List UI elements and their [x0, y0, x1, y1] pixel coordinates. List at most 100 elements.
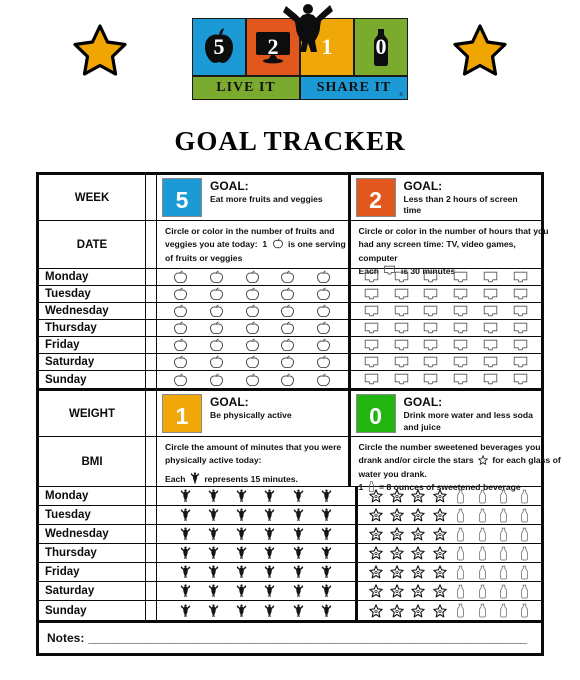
- tracker-icon[interactable]: [423, 271, 438, 284]
- beverage-checkbox-group[interactable]: [358, 544, 542, 562]
- tracker-icon[interactable]: [321, 565, 332, 579]
- tracker-icon[interactable]: [316, 355, 331, 369]
- tracker-icon[interactable]: [280, 287, 295, 301]
- tracker-icon[interactable]: [483, 356, 498, 369]
- beverage-checkbox-group[interactable]: [358, 563, 542, 581]
- activity-checkbox-group[interactable]: [157, 563, 358, 581]
- tracker-icon[interactable]: [316, 287, 331, 301]
- tracker-icon[interactable]: [209, 321, 224, 335]
- tracker-icon[interactable]: [280, 338, 295, 352]
- tracker-icon[interactable]: [483, 271, 498, 284]
- bottle-icon[interactable]: [471, 584, 492, 599]
- tracker-icon[interactable]: [245, 304, 260, 318]
- star-icon[interactable]: [429, 603, 450, 618]
- star-icon[interactable]: [429, 546, 450, 560]
- tracker-icon[interactable]: [321, 584, 332, 598]
- tracker-icon[interactable]: [173, 304, 188, 318]
- tracker-icon[interactable]: [321, 604, 332, 618]
- table-row[interactable]: Friday: [39, 563, 541, 582]
- tracker-icon[interactable]: [293, 546, 304, 560]
- tracker-icon[interactable]: [453, 271, 468, 284]
- tracker-icon[interactable]: [394, 339, 409, 352]
- tracker-icon[interactable]: [209, 338, 224, 352]
- tracker-icon[interactable]: [483, 305, 498, 318]
- activity-checkbox-group[interactable]: [157, 487, 358, 505]
- tracker-icon[interactable]: [321, 508, 332, 522]
- tracker-icon[interactable]: [208, 489, 219, 503]
- bottle-icon[interactable]: [471, 527, 492, 542]
- tracker-icon[interactable]: [321, 489, 332, 503]
- apple-checkbox-group[interactable]: [157, 303, 351, 319]
- star-icon[interactable]: [429, 584, 450, 598]
- star-icon[interactable]: [408, 603, 429, 618]
- star-icon[interactable]: [366, 489, 387, 503]
- bottle-icon[interactable]: [471, 489, 492, 504]
- bottle-icon[interactable]: [493, 546, 514, 561]
- tracker-icon[interactable]: [364, 305, 379, 318]
- tracker-icon[interactable]: [483, 339, 498, 352]
- tracker-icon[interactable]: [423, 288, 438, 301]
- tv-checkbox-group[interactable]: [351, 337, 542, 353]
- bottle-icon[interactable]: [514, 565, 535, 580]
- bottle-icon[interactable]: [493, 527, 514, 542]
- star-icon[interactable]: [366, 565, 387, 579]
- bottle-icon[interactable]: [493, 565, 514, 580]
- star-icon[interactable]: [366, 508, 387, 522]
- tracker-icon[interactable]: [423, 373, 438, 386]
- beverage-checkbox-group[interactable]: [358, 506, 542, 524]
- bottle-icon[interactable]: [471, 546, 492, 561]
- tracker-icon[interactable]: [364, 288, 379, 301]
- star-icon[interactable]: [429, 527, 450, 541]
- tracker-icon[interactable]: [236, 508, 247, 522]
- bottle-icon[interactable]: [514, 527, 535, 542]
- bottle-icon[interactable]: [450, 527, 471, 542]
- tracker-icon[interactable]: [180, 508, 191, 522]
- activity-checkbox-group[interactable]: [157, 544, 358, 562]
- bottle-icon[interactable]: [514, 508, 535, 523]
- tracker-icon[interactable]: [280, 373, 295, 387]
- activity-checkbox-group[interactable]: [157, 506, 358, 524]
- tracker-icon[interactable]: [316, 321, 331, 335]
- bottle-icon[interactable]: [471, 603, 492, 618]
- table-row[interactable]: Thursday: [39, 320, 541, 337]
- tracker-icon[interactable]: [513, 322, 528, 335]
- bottle-icon[interactable]: [450, 565, 471, 580]
- tracker-icon[interactable]: [364, 271, 379, 284]
- tracker-icon[interactable]: [209, 355, 224, 369]
- apple-checkbox-group[interactable]: [157, 337, 351, 353]
- star-icon[interactable]: [408, 508, 429, 522]
- table-row[interactable]: Sunday: [39, 601, 541, 620]
- tracker-icon[interactable]: [264, 508, 275, 522]
- beverage-checkbox-group[interactable]: [358, 582, 542, 600]
- tracker-icon[interactable]: [245, 270, 260, 284]
- tracker-icon[interactable]: [513, 271, 528, 284]
- tracker-icon[interactable]: [280, 355, 295, 369]
- tv-checkbox-group[interactable]: [351, 354, 542, 370]
- table-row[interactable]: Sunday: [39, 371, 541, 388]
- star-icon[interactable]: [366, 527, 387, 541]
- apple-checkbox-group[interactable]: [157, 269, 351, 285]
- bottle-icon[interactable]: [514, 489, 535, 504]
- tracker-icon[interactable]: [264, 565, 275, 579]
- tracker-icon[interactable]: [394, 322, 409, 335]
- tracker-icon[interactable]: [423, 305, 438, 318]
- tracker-icon[interactable]: [173, 355, 188, 369]
- star-icon[interactable]: [387, 527, 408, 541]
- tracker-icon[interactable]: [364, 339, 379, 352]
- tracker-icon[interactable]: [264, 489, 275, 503]
- bottle-icon[interactable]: [450, 584, 471, 599]
- tracker-icon[interactable]: [236, 527, 247, 541]
- tracker-icon[interactable]: [423, 339, 438, 352]
- tracker-icon[interactable]: [236, 565, 247, 579]
- tracker-icon[interactable]: [208, 604, 219, 618]
- tracker-icon[interactable]: [180, 565, 191, 579]
- star-icon[interactable]: [408, 546, 429, 560]
- tracker-icon[interactable]: [173, 270, 188, 284]
- tracker-icon[interactable]: [316, 338, 331, 352]
- tracker-icon[interactable]: [453, 305, 468, 318]
- bottle-icon[interactable]: [493, 603, 514, 618]
- tracker-icon[interactable]: [513, 339, 528, 352]
- star-icon[interactable]: [366, 546, 387, 560]
- tracker-icon[interactable]: [453, 356, 468, 369]
- tracker-icon[interactable]: [245, 355, 260, 369]
